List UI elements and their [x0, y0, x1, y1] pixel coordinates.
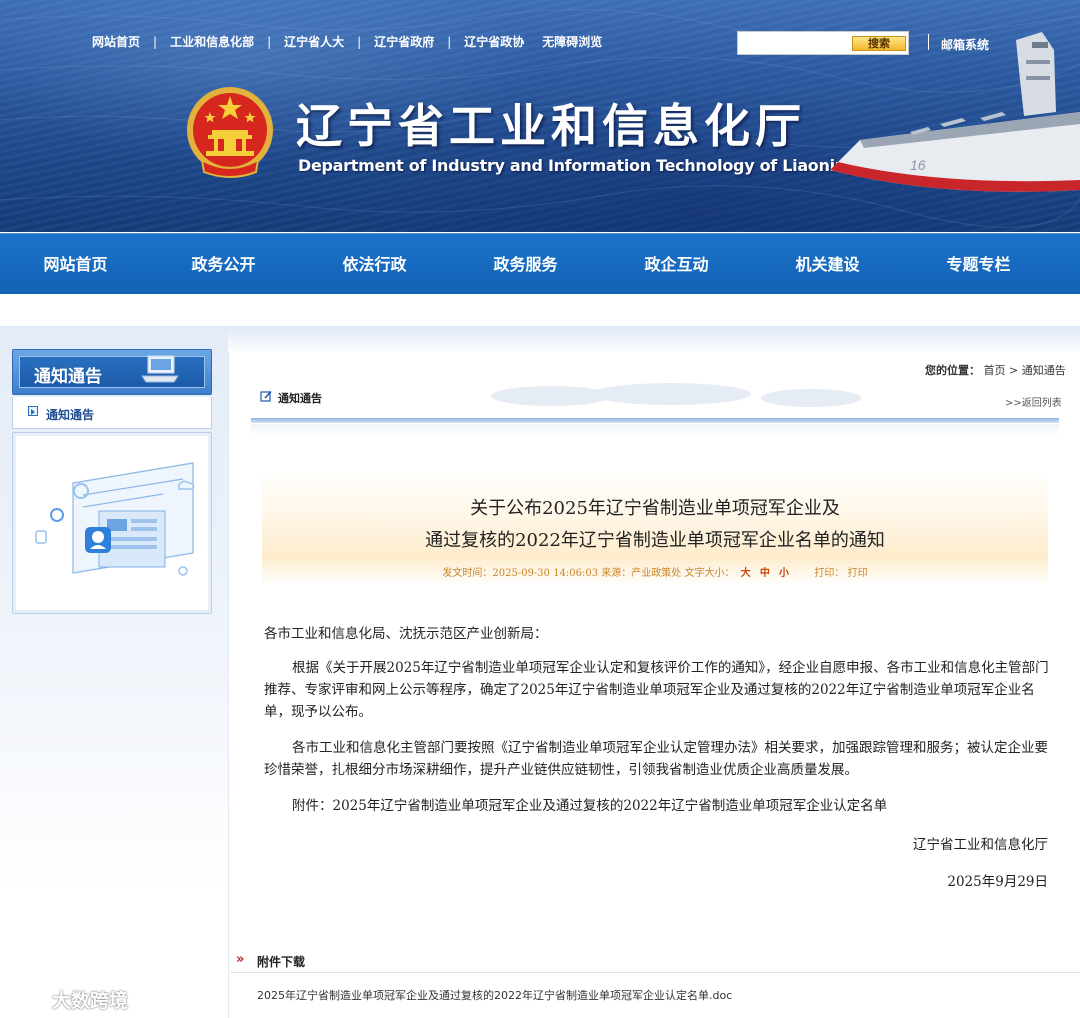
separator: | [153, 34, 158, 49]
watermark-logo-icon [13, 987, 47, 1007]
svg-text:16: 16 [910, 157, 926, 173]
attachments-heading: 附件下载 [257, 955, 306, 969]
toplink-home[interactable]: 网站首页 [92, 33, 140, 50]
header-banner: 网站首页 | 工业和信息化部 | 辽宁省人大 | 辽宁省政府 | 辽宁省政协 无… [0, 0, 1080, 232]
breadcrumb-sep: > [1009, 364, 1019, 377]
site-title: 辽宁省工业和信息化厅 [296, 99, 806, 153]
article-meta: 发文时间：2025-09-30 14:06:03 来源：产业政策处 文字大小： … [262, 564, 1048, 579]
nav-interaction[interactable]: 政企互动 [601, 234, 752, 295]
toplink-gov[interactable]: 辽宁省政府 [374, 33, 434, 50]
column-divider-shadow [251, 424, 1059, 436]
article-paragraph-2: 各市工业和信息化主管部门要按照《辽宁省制造业单项冠军企业认定管理办法》相关要求，… [264, 740, 1048, 778]
attachment-file-link[interactable]: 2025年辽宁省制造业单项冠军企业及通过复核的2022年辽宁省制造业单项冠军企业… [257, 987, 732, 1003]
toplink-cppcc[interactable]: 辽宁省政协 [464, 33, 524, 50]
article-date: 2025年9月29日 [947, 874, 1048, 890]
main-nav: 网站首页 政务公开 依法行政 政务服务 政企互动 机关建设 专题专栏 [0, 233, 1080, 294]
column-label: 通知通告 [278, 392, 322, 405]
separator: | [447, 34, 452, 49]
sidebar-illustration [12, 432, 212, 614]
font-size-large-button[interactable]: 大 [741, 568, 751, 579]
back-to-list-link[interactable]: >>返回列表 [1005, 394, 1062, 409]
column-divider [251, 418, 1059, 423]
breadcrumb: 您的位置： 首页 > 通知通告 [925, 362, 1066, 378]
nav-law[interactable]: 依法行政 [299, 234, 450, 295]
sidebar-menu [12, 397, 212, 429]
web-illustration-image [35, 462, 195, 576]
sidebar-title: 通知通告 [34, 367, 102, 387]
aircraft-carrier-image: 16 [830, 32, 1080, 192]
breadcrumb-home[interactable]: 首页 [984, 364, 1006, 377]
print-link[interactable]: 打印 [848, 568, 868, 579]
meta-info: 发文时间：2025-09-30 14:06:03 来源：产业政策处 文字大小： [442, 568, 735, 579]
top-links: 网站首页 | 工业和信息化部 | 辽宁省人大 | 辽宁省政府 | 辽宁省政协 无… [92, 33, 602, 50]
attachments-divider [230, 972, 1080, 973]
font-size-medium-button[interactable]: 中 [760, 568, 770, 579]
laptop-icon [141, 355, 179, 383]
world-map-decoration [491, 383, 861, 407]
separator: | [357, 34, 362, 49]
watermark: 大数跨境 [52, 990, 129, 1012]
nav-gov-affairs[interactable]: 政务公开 [148, 234, 299, 295]
sidebar-item-notices[interactable]: 通知通告 [46, 406, 94, 423]
arrow-square-icon [28, 406, 38, 416]
national-emblem-icon [187, 87, 273, 178]
article-issuer: 辽宁省工业和信息化厅 [913, 837, 1048, 853]
nav-organ[interactable]: 机关建设 [752, 234, 903, 295]
article-salutation: 各市工业和信息化局、沈抚示范区产业创新局： [264, 626, 548, 642]
nav-services[interactable]: 政务服务 [450, 234, 601, 295]
edit-icon [260, 390, 272, 402]
article-title-line2: 通过复核的2022年辽宁省制造业单项冠军企业名单的通知 [425, 530, 885, 551]
nav-topics[interactable]: 专题专栏 [903, 234, 1054, 295]
article-attachment-note: 附件：2025年辽宁省制造业单项冠军企业及通过复核的2022年辽宁省制造业单项冠… [292, 798, 888, 814]
article-paragraph-1: 根据《关于开展2025年辽宁省制造业单项冠军企业认定和复核评价工作的通知》，经企… [264, 660, 1049, 720]
separator: | [267, 34, 272, 49]
nav-home[interactable]: 网站首页 [0, 234, 151, 295]
breadcrumb-prefix: 您的位置： [925, 364, 980, 377]
print-label: 打印： [814, 568, 845, 579]
double-chevron-icon: » [236, 952, 245, 967]
font-size-small-button[interactable]: 小 [779, 568, 789, 579]
article-title-line1: 关于公布2025年辽宁省制造业单项冠军企业及 [470, 498, 840, 519]
toplink-npc[interactable]: 辽宁省人大 [284, 33, 344, 50]
breadcrumb-current[interactable]: 通知通告 [1022, 364, 1066, 377]
toplink-miit[interactable]: 工业和信息化部 [170, 33, 254, 50]
toplink-accessible[interactable]: 无障碍浏览 [542, 33, 602, 50]
